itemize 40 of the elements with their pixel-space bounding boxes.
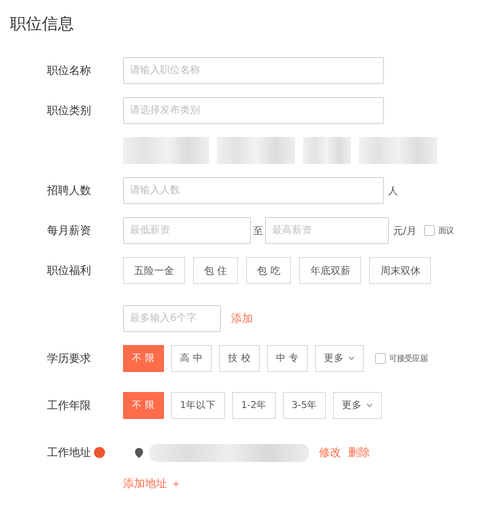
location-pin-icon xyxy=(135,448,143,458)
field-label: 工作地址 xyxy=(10,445,123,460)
field-label: 学历要求 xyxy=(46,351,92,366)
option-button[interactable]: 高 中 xyxy=(171,345,212,372)
benefit-tag[interactable]: 包 住 xyxy=(193,257,238,284)
checkbox[interactable] xyxy=(375,353,386,364)
chevron-down-icon xyxy=(348,356,356,361)
option-button[interactable]: 技 校 xyxy=(219,345,260,372)
field-label: 招聘人数 xyxy=(46,183,92,198)
blurred-tag xyxy=(303,137,351,164)
field-label: 职位名称 xyxy=(46,63,92,78)
option-button[interactable]: 1年以下 xyxy=(171,392,226,419)
text-input[interactable]: 请输入人数 xyxy=(123,177,384,204)
option-button[interactable]: 3-5年 xyxy=(282,392,326,419)
dropdown-button[interactable]: 更多 xyxy=(333,392,382,419)
field-label: 工作年限 xyxy=(46,398,92,413)
unit-text: 元/月 xyxy=(393,224,416,238)
benefit-tag[interactable]: 年底双薪 xyxy=(299,257,362,284)
min-salary-input[interactable]: 最低薪资 xyxy=(123,217,251,244)
option-button[interactable]: 中 专 xyxy=(267,345,308,372)
checkbox-label: 面议 xyxy=(438,225,454,236)
checkbox[interactable] xyxy=(424,225,436,236)
benefit-tag[interactable]: 五险一金 xyxy=(123,257,185,284)
text-input[interactable]: 请输入职位名称 xyxy=(123,57,384,84)
text-input[interactable]: 请选择发布类别 xyxy=(123,97,384,124)
unit-text: 人 xyxy=(388,184,398,198)
custom-benefit-input[interactable]: 最多输入6个字 xyxy=(123,305,221,332)
chevron-down-icon xyxy=(366,403,374,408)
field-label: 职位福利 xyxy=(46,263,92,278)
field-label: 职位类别 xyxy=(46,103,92,118)
help-icon[interactable] xyxy=(94,447,105,458)
option-button[interactable]: 1-2年 xyxy=(232,392,276,419)
separator-text: 至 xyxy=(253,224,263,238)
checkbox-label: 可接受应届 xyxy=(389,353,428,364)
section-title: 职位信息 xyxy=(10,14,75,35)
benefit-tag[interactable]: 包 吃 xyxy=(246,257,292,284)
max-salary-input[interactable]: 最高薪资 xyxy=(265,217,389,244)
dropdown-button[interactable]: 更多 xyxy=(315,345,364,372)
benefit-tag[interactable]: 周末双休 xyxy=(369,257,432,284)
field-label: 每月薪资 xyxy=(46,223,92,238)
